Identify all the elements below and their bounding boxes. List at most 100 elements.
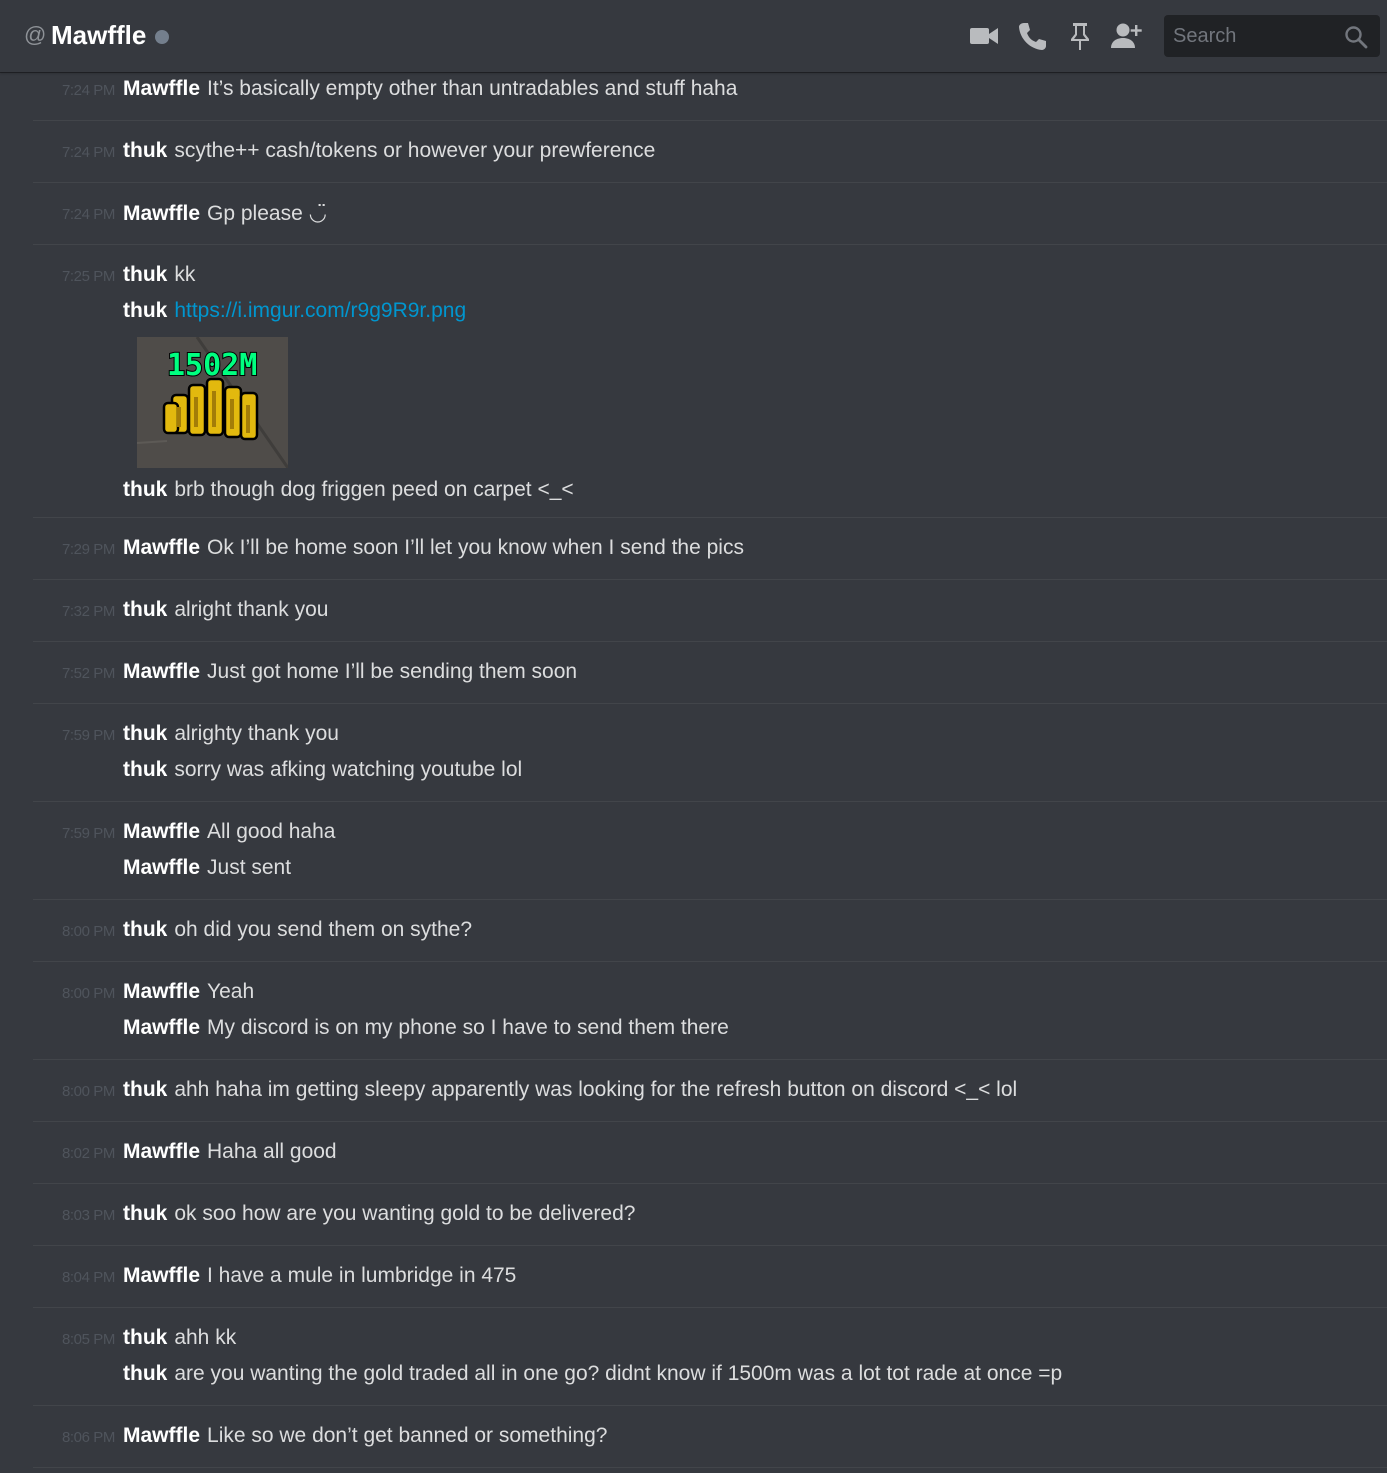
message-text: It’s basically empty other than untradab… bbox=[207, 77, 738, 100]
message-text: kk bbox=[174, 263, 196, 286]
message-author[interactable]: thuk bbox=[123, 299, 167, 322]
message-link[interactable]: https://i.imgur.com/r9g9R9r.png bbox=[174, 299, 466, 322]
message-text: I have a mule in lumbridge in 475 bbox=[207, 1264, 517, 1287]
message-timestamp: 7:52 PM bbox=[61, 665, 115, 682]
message-timestamp: 7:59 PM bbox=[61, 825, 115, 842]
message: 8:04 PM Mawffle I have a mule in lumbridg… bbox=[33, 1260, 1387, 1296]
message: 8:03 PM thuk ok soo how are you wanting g… bbox=[33, 1198, 1387, 1234]
message-text: ahh haha im getting sleepy apparently wa… bbox=[174, 1078, 1018, 1101]
message-text: Haha all good bbox=[207, 1140, 337, 1163]
message: 8:00 PM thuk ahh haha im getting sleepy a… bbox=[33, 1074, 1387, 1110]
message-timestamp: 7:25 PM bbox=[61, 268, 115, 285]
pin-icon[interactable] bbox=[1064, 20, 1096, 52]
message-author[interactable]: thuk bbox=[123, 598, 167, 621]
image-attachment[interactable]: 1502M bbox=[137, 337, 288, 468]
message-text: Yeah bbox=[207, 980, 255, 1003]
message: 7:52 PM Mawffle Just got home I’ll be sen… bbox=[33, 656, 1387, 692]
message: 8:05 PM thuk ahh kk bbox=[33, 1322, 1387, 1358]
search-icon[interactable] bbox=[1344, 25, 1368, 49]
message-timestamp: 7:29 PM bbox=[61, 541, 115, 558]
message-timestamp: 8:04 PM bbox=[61, 1269, 115, 1286]
video-call-icon[interactable] bbox=[968, 20, 1000, 52]
message-group: 7:24 PM thuk scythe++ cash/tokens or howe… bbox=[33, 121, 1387, 183]
message-author[interactable]: thuk bbox=[123, 1078, 167, 1101]
message-author[interactable]: thuk bbox=[123, 1202, 167, 1225]
message-timestamp: 8:06 PM bbox=[61, 1429, 115, 1446]
message-group: 7:52 PM Mawffle Just got home I’ll be sen… bbox=[33, 642, 1387, 704]
message-timestamp: 8:05 PM bbox=[61, 1331, 115, 1348]
message-text: alright thank you bbox=[174, 598, 329, 621]
status-indicator bbox=[155, 30, 169, 44]
channel-header: @ Mawffle bbox=[0, 0, 1387, 72]
message-author[interactable]: thuk bbox=[123, 139, 167, 162]
message-group: 8:02 PM Mawffle Haha all good bbox=[33, 1122, 1387, 1184]
message-text: All good haha bbox=[207, 820, 336, 843]
message-author[interactable]: thuk bbox=[123, 722, 167, 745]
message-timestamp: 7:24 PM bbox=[61, 144, 115, 161]
message-group: 8:03 PM thuk ok soo how are you wanting g… bbox=[33, 1184, 1387, 1246]
message-group: 7:24 PM Mawffle It’s basically empty othe… bbox=[33, 72, 1387, 121]
message-text: ok soo how are you wanting gold to be de… bbox=[174, 1202, 636, 1225]
message: 8:06 PM Mawffle Like so we don’t get bann… bbox=[33, 1420, 1387, 1456]
message-author[interactable]: thuk bbox=[123, 758, 167, 781]
message-timestamp: 7:59 PM bbox=[61, 727, 115, 744]
message-group: 8:00 PM thuk ahh haha im getting sleepy a… bbox=[33, 1060, 1387, 1122]
message: 7:59 PM Mawffle All good haha bbox=[33, 816, 1387, 852]
message-group: 7:59 PM Mawffle All good haha Mawffle Just… bbox=[33, 802, 1387, 900]
voice-call-icon[interactable] bbox=[1016, 20, 1048, 52]
at-icon: @ bbox=[24, 22, 47, 47]
message-author[interactable]: Mawffle bbox=[123, 820, 200, 843]
message: 8:00 PM thuk oh did you send them on syth… bbox=[33, 914, 1387, 950]
message: thuk brb though dog friggen peed on carpe… bbox=[33, 474, 1387, 510]
message-author[interactable]: Mawffle bbox=[123, 202, 200, 225]
message-text: Just got home I’ll be sending them soon bbox=[207, 660, 578, 683]
message-author[interactable]: Mawffle bbox=[123, 1016, 200, 1039]
message-timestamp: 8:02 PM bbox=[61, 1145, 115, 1162]
message-author[interactable]: Mawffle bbox=[123, 1424, 200, 1447]
message-author[interactable]: thuk bbox=[123, 263, 167, 286]
message-group: 7:24 PM Mawffle Gp please ◡̈ bbox=[33, 183, 1387, 245]
message-author[interactable]: Mawffle bbox=[123, 77, 200, 100]
message-text: Just sent bbox=[207, 856, 292, 879]
message-author[interactable]: thuk bbox=[123, 918, 167, 941]
message-text: sorry was afking watching youtube lol bbox=[174, 758, 523, 781]
message-timestamp: 7:32 PM bbox=[61, 603, 115, 620]
message-timestamp: 8:00 PM bbox=[61, 923, 115, 940]
message-group: 7:32 PM thuk alright thank you bbox=[33, 580, 1387, 642]
message-author[interactable]: Mawffle bbox=[123, 1140, 200, 1163]
add-friend-icon[interactable] bbox=[1110, 20, 1142, 52]
message-timestamp: 8:00 PM bbox=[61, 1083, 115, 1100]
message-group: 8:05 PM thuk ahh kk thuk are you wanting t… bbox=[33, 1308, 1387, 1406]
message: 7:29 PM Mawffle Ok I’ll be home soon I’ll… bbox=[33, 532, 1387, 568]
message: 8:00 PM Mawffle Yeah bbox=[33, 976, 1387, 1012]
message: 8:02 PM Mawffle Haha all good bbox=[33, 1136, 1387, 1172]
message-text: alrighty thank you bbox=[174, 722, 339, 745]
message-timestamp: 7:24 PM bbox=[61, 206, 115, 223]
message: 7:25 PM thuk kk bbox=[33, 259, 1387, 295]
message-author[interactable]: Mawffle bbox=[123, 660, 200, 683]
message-author[interactable]: thuk bbox=[123, 478, 167, 501]
message-author[interactable]: Mawffle bbox=[123, 1264, 200, 1287]
message-text: scythe++ cash/tokens or however your pre… bbox=[174, 139, 656, 162]
message-group: 7:29 PM Mawffle Ok I’ll be home soon I’ll… bbox=[33, 518, 1387, 580]
message: Mawffle My discord is on my phone so I ha… bbox=[33, 1012, 1387, 1048]
search-box[interactable] bbox=[1164, 15, 1380, 57]
message: thuk https://i.imgur.com/r9g9R9r.png bbox=[33, 295, 1387, 331]
message-timestamp: 7:24 PM bbox=[61, 82, 115, 99]
message-text: are you wanting the gold traded all in o… bbox=[174, 1362, 1063, 1385]
message-author[interactable]: Mawffle bbox=[123, 856, 200, 879]
message-list: 7:24 PM Mawffle It’s basically empty othe… bbox=[0, 72, 1387, 1468]
message-author[interactable]: thuk bbox=[123, 1362, 167, 1385]
message-group: 8:00 PM Mawffle Yeah Mawffle My discord is… bbox=[33, 962, 1387, 1060]
message-group: 7:59 PM thuk alrighty thank you thuk sorry… bbox=[33, 704, 1387, 802]
dm-username[interactable]: Mawffle bbox=[51, 20, 146, 51]
message-text: Like so we don’t get banned or something… bbox=[207, 1424, 608, 1447]
message-group: 8:04 PM Mawffle I have a mule in lumbridg… bbox=[33, 1246, 1387, 1308]
message-author[interactable]: thuk bbox=[123, 1326, 167, 1349]
message-text: oh did you send them on sythe? bbox=[174, 918, 473, 941]
message-author[interactable]: Mawffle bbox=[123, 536, 200, 559]
message-author[interactable]: Mawffle bbox=[123, 980, 200, 1003]
search-input[interactable] bbox=[1164, 15, 1343, 57]
message: 7:59 PM thuk alrighty thank you bbox=[33, 718, 1387, 754]
message: 7:24 PM Mawffle It’s basically empty othe… bbox=[33, 73, 1387, 109]
